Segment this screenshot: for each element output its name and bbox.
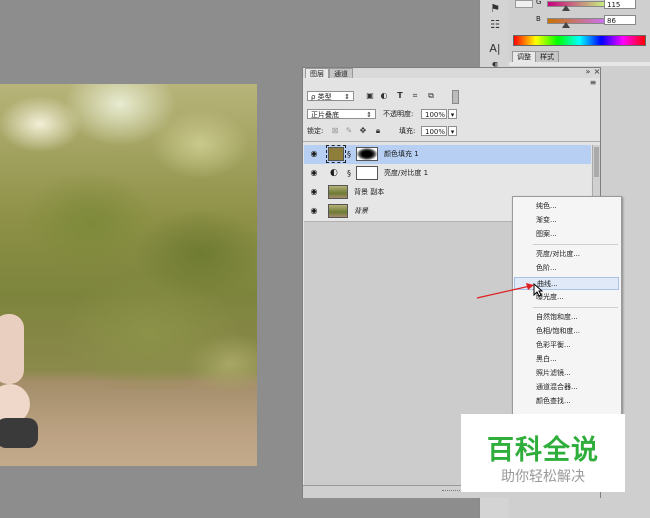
resize-grip-icon[interactable] [442,490,460,493]
fill-label: 填充: [399,127,416,135]
fill-dropdown-icon[interactable]: ▾ [448,126,457,136]
layer-mask-thumbnail[interactable] [356,166,378,180]
scrollbar-thumb[interactable] [594,147,599,177]
tool-preset-icon[interactable]: ⚑ [486,2,504,16]
link-chain-icon[interactable]: § [347,169,351,178]
menu-item-channel-mixer[interactable]: 通道混合器... [514,381,619,394]
b-value-field[interactable]: 86 [604,15,636,25]
b-label: B [536,15,541,23]
fill-field[interactable]: 100% [421,126,447,136]
menu-separator [533,307,618,308]
menu-item-vibrance[interactable]: 自然饱和度... [514,311,619,324]
color-swatch[interactable] [515,0,533,8]
tab-styles[interactable]: 样式 [535,51,559,62]
layer-row[interactable]: ◉ § 颜色填充 1 [304,145,591,165]
g-label: G [536,0,542,6]
g-value-field[interactable]: 115 [604,0,636,9]
link-chain-icon[interactable]: § [347,150,351,159]
watermark-box: 百科全说 助你轻松解决 [461,414,625,492]
close-panel-icon[interactable]: × [592,67,602,77]
b-slider[interactable] [547,18,609,24]
menu-item-photo-filter[interactable]: 照片滤镜... [514,367,619,380]
layer-name[interactable]: 颜色填充 1 [384,145,419,164]
lock-brush-icon[interactable]: ✎ [344,126,354,136]
photo-shoe [0,418,38,448]
blend-mode-text: 正片叠底 [311,111,339,119]
menu-item-black-white[interactable]: 黑白... [514,353,619,366]
filter-smart-icon[interactable]: ⧉ [426,91,436,101]
b-slider-thumb[interactable] [562,22,570,28]
menu-separator [533,244,618,245]
watermark-subtitle: 助你轻松解决 [501,469,585,485]
filter-shape-icon[interactable]: ⌗ [410,91,420,101]
visibility-eye-icon[interactable]: ◉ [309,149,319,159]
watermark-title: 百科全说 [487,435,599,466]
menu-item-color-lookup[interactable]: 颜色查找... [514,395,619,408]
tab-adjustments[interactable]: 调整 [512,51,536,62]
blend-mode-select[interactable]: 正片叠底 ⇕ [307,109,376,119]
filter-pixel-icon[interactable]: ▣ [365,91,375,101]
layer-thumbnail[interactable] [328,204,348,218]
adjustments-body [509,62,650,66]
adjustment-layer-icon: ◐ [330,168,338,178]
opacity-field[interactable]: 100% [421,109,447,119]
menu-item-brightness-contrast[interactable]: 亮度/对比度... [514,248,619,261]
lock-label: 锁定: [307,127,324,135]
adjustment-context-menu: 纯色... 渐变... 图案... 亮度/对比度... 色阶... 曲线... … [512,196,622,418]
character-icon[interactable]: A| [486,42,504,56]
menu-item-gradient[interactable]: 渐变... [514,214,619,227]
layer-row[interactable]: ◉ ◐ § 亮度/对比度 1 [304,164,591,184]
lock-move-icon[interactable]: ✥ [358,126,368,136]
opacity-dropdown-icon[interactable]: ▾ [448,109,457,119]
menu-item-color-balance[interactable]: 色彩平衡... [514,339,619,352]
filter-kind-text: ρ 类型 [311,93,332,101]
photo-ground [0,390,257,466]
layer-name[interactable]: 背景 副本 [354,183,384,202]
menu-item-solid-color[interactable]: 纯色... [514,200,619,213]
chevron-updown-icon: ⇕ [366,111,372,119]
layer-name[interactable]: 背景 [354,202,368,221]
menu-item-pattern[interactable]: 图案... [514,228,619,241]
lock-transparency-icon[interactable]: ⊠ [330,126,340,136]
layer-mask-thumbnail[interactable] [356,147,378,161]
visibility-eye-icon[interactable]: ◉ [309,168,319,178]
filter-kind-select[interactable]: ρ 类型 ⇕ [307,91,354,101]
g-slider[interactable] [547,1,609,7]
fill-color-thumbnail[interactable] [326,145,346,163]
photo-canvas[interactable] [0,84,257,466]
g-slider-thumb[interactable] [562,5,570,11]
opacity-label: 不透明度: [383,110,414,118]
color-spectrum[interactable] [513,35,646,46]
visibility-eye-icon[interactable]: ◉ [309,206,319,216]
menu-item-hue-saturation[interactable]: 色相/饱和度... [514,325,619,338]
filter-toggle[interactable] [452,90,459,104]
photo-child-arm [0,314,24,384]
filter-adjustment-icon[interactable]: ◐ [379,91,389,101]
chevron-updown-icon: ⇕ [344,93,350,101]
divider [303,141,600,142]
menu-item-levels[interactable]: 色阶... [514,262,619,275]
filter-type-icon[interactable]: T [395,91,405,101]
lock-all-icon[interactable]: 🔒︎ [373,126,383,136]
red-arrow-annotation [476,283,534,299]
adjust-sliders-icon[interactable]: ☷ [486,18,504,32]
layer-thumbnail[interactable] [328,185,348,199]
panel-menu-icon[interactable]: ≡ [588,78,598,88]
layer-name[interactable]: 亮度/对比度 1 [384,164,428,183]
visibility-eye-icon[interactable]: ◉ [309,187,319,197]
